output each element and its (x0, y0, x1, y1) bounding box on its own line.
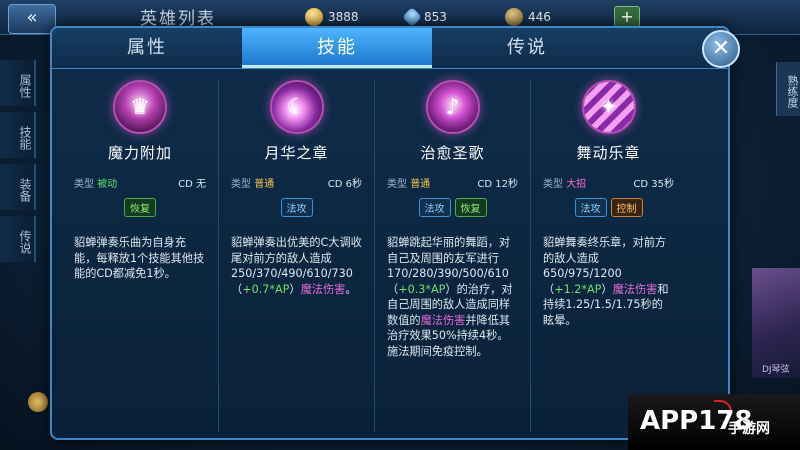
skill-tags: 法攻 (227, 198, 366, 217)
dialog-tab-bar: 属性 技能 传说 (52, 28, 728, 69)
coin-icon[interactable] (28, 392, 48, 412)
skill-type: 大招 (566, 179, 587, 190)
gold-coin-icon (305, 8, 323, 26)
skill-dialog: 属性 技能 传说 ♛ 魔力附加 类型 被动 CD 无 恢复 貂蝉弹奏乐曲为自身充… (50, 26, 730, 440)
type-label: 类型 (543, 179, 563, 190)
type-label: 类型 (231, 179, 251, 190)
skill-description: 貂蝉弹奏出优美的C大调收尾对前方的敌人造成250/370/490/610/730… (227, 235, 366, 297)
side-tab-attributes[interactable]: 属性 (0, 60, 36, 106)
skill-card: ✦ 舞动乐章 类型 大招 CD 35秒 法攻 控制 貂蝉舞奏终乐章，对前方的敌人… (530, 80, 686, 432)
skill-name: 魔力附加 (107, 144, 172, 162)
skill-cooldown: CD 无 (178, 179, 206, 190)
skill-meta: 类型 被动 CD 无 (70, 175, 210, 190)
ap-ratio: +0.7*AP (242, 282, 290, 296)
tab-attributes[interactable]: 属性 (52, 28, 242, 68)
diamond-value: 853 (424, 10, 447, 24)
magic-damage-text: 魔法伤害 (612, 282, 658, 296)
back-arrow-icon: « (26, 7, 38, 28)
coupon-value: 446 (528, 10, 551, 24)
skill-description: 貂蝉弹奏乐曲为自身充能，每释放1个技能其他技能的CD都减免1秒。 (70, 235, 210, 282)
desc-text: ） (601, 282, 613, 296)
skill-tags: 法攻 恢复 (383, 198, 522, 217)
skill-meta: 类型 普通 CD 6秒 (227, 175, 366, 190)
skill-tags: 法攻 控制 (539, 198, 678, 217)
skill-cooldown: CD 12秒 (477, 179, 518, 190)
desc-text: ） (289, 282, 301, 296)
close-button[interactable]: ✕ (702, 30, 740, 68)
diamond-counter: 853 (402, 7, 447, 27)
skill-cooldown: CD 35秒 (633, 179, 674, 190)
watermark-subtitle: 手游网 (728, 421, 770, 437)
dance-chapter-icon[interactable]: ✦ (581, 80, 636, 134)
proficiency-tab[interactable]: 熟练度 (776, 62, 800, 116)
ap-ratio: +0.3*AP (398, 282, 446, 296)
tag-heal: 恢复 (124, 198, 156, 217)
tag-magic-attack: 法攻 (574, 198, 607, 217)
skill-description: 貂蝉跳起华丽的舞蹈，对自己及周围的友军进行170/280/390/500/610… (383, 235, 522, 359)
side-tab-list: 属性 技能 装备 传说 (0, 60, 38, 268)
skill-card: ♛ 魔力附加 类型 被动 CD 无 恢复 貂蝉弹奏乐曲为自身充能，每释放1个技能… (62, 80, 218, 432)
skill-meta: 类型 普通 CD 12秒 (383, 175, 522, 190)
tag-control: 控制 (610, 198, 643, 217)
tag-heal: 恢复 (454, 198, 487, 217)
gold-value: 3888 (328, 10, 359, 24)
skill-tags: 恢复 (70, 198, 210, 217)
tab-legend[interactable]: 传说 (432, 28, 622, 68)
skill-list: ♛ 魔力附加 类型 被动 CD 无 恢复 貂蝉弹奏乐曲为自身充能，每释放1个技能… (62, 80, 718, 432)
skill-name: 月华之章 (264, 144, 329, 162)
type-label: 类型 (387, 179, 407, 190)
type-label: 类型 (74, 179, 94, 190)
coupon-icon (505, 8, 523, 26)
gold-counter: 3888 (305, 7, 359, 27)
coupon-counter: 446 (505, 7, 551, 27)
watermark: APP178 手游网 (628, 394, 800, 450)
skill-card: ♪ 治愈圣歌 类型 普通 CD 12秒 法攻 恢复 貂蝉跳起华丽的舞蹈，对自己及… (374, 80, 530, 432)
magic-damage-text: 魔法伤害 (420, 313, 466, 327)
skin-name: DJ琴弦 (762, 365, 790, 375)
desc-text: 貂蝉弹奏乐曲为自身充能，每释放1个技能其他技能的CD都减免1秒。 (74, 236, 205, 280)
back-button[interactable]: « (8, 4, 56, 34)
skill-name: 治愈圣歌 (420, 144, 485, 162)
skill-card: ☾ 月华之章 类型 普通 CD 6秒 法攻 貂蝉弹奏出优美的C大调收尾对前方的敌… (218, 80, 374, 432)
magic-boost-icon[interactable]: ♛ (113, 80, 167, 134)
skill-name: 舞动乐章 (576, 144, 641, 162)
skill-type: 普通 (254, 179, 275, 190)
tag-magic-attack: 法攻 (280, 198, 313, 217)
tab-skills[interactable]: 技能 (242, 28, 432, 68)
diamond-icon (402, 7, 422, 27)
side-tab-equipment[interactable]: 装备 (0, 164, 36, 210)
side-tab-legend[interactable]: 传说 (0, 216, 36, 262)
skill-meta: 类型 大招 CD 35秒 (539, 175, 678, 190)
moon-chapter-icon[interactable]: ☾ (269, 80, 324, 134)
tag-magic-attack: 法攻 (418, 198, 451, 217)
magic-damage-text: 魔法伤害 (300, 282, 346, 296)
ap-ratio: +1.2*AP (554, 282, 602, 296)
skill-description: 貂蝉舞奏终乐章，对前方的敌人造成650/975/1200（+1.2*AP）魔法伤… (539, 235, 678, 328)
skill-type: 被动 (97, 179, 118, 190)
desc-text: 。 (345, 282, 357, 296)
side-tab-skills[interactable]: 技能 (0, 112, 36, 158)
skill-type: 普通 (410, 179, 431, 190)
healing-song-icon[interactable]: ♪ (425, 80, 480, 134)
skill-cooldown: CD 6秒 (327, 179, 362, 190)
